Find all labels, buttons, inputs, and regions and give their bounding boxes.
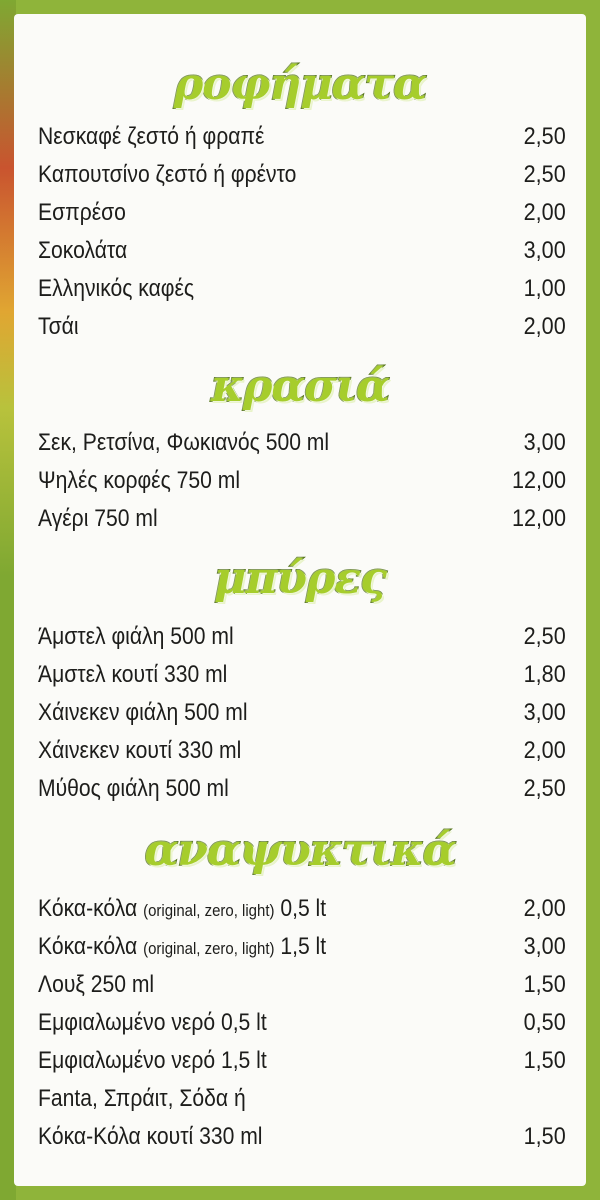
item-name: Χάινεκεν φιάλη 500 ml xyxy=(38,699,248,726)
item-name: Καπουτσίνο ζεστό ή φρέντο xyxy=(38,161,297,188)
section-title-wines: κρασιά xyxy=(210,361,391,413)
section-title-soft-drinks: αναψυκτικά xyxy=(144,825,458,877)
menu-card: ροφήματα Νεσκαφέ ζεστό ή φραπέ 2,50 Καπο… xyxy=(14,14,586,1186)
item-price: 2,50 xyxy=(523,623,566,650)
item-price: 1,50 xyxy=(523,1047,566,1074)
item-name: Άμστελ κουτί 330 ml xyxy=(38,661,228,688)
item-name: Νεσκαφέ ζεστό ή φραπέ xyxy=(38,123,265,150)
item-price: 2,00 xyxy=(523,895,566,922)
item-price: 0,50 xyxy=(523,1009,566,1036)
item-name: Τσάι xyxy=(38,313,79,340)
section-title-beers: μπύρες xyxy=(213,553,388,605)
menu-item: Λουξ 250 ml 1,50 xyxy=(38,966,566,1003)
item-variant-note: (original, zero, light) xyxy=(143,939,275,958)
item-price: 2,50 xyxy=(523,161,566,188)
menu-item: Κόκα-κόλα (original, zero, light) 1,5 lt… xyxy=(38,928,566,965)
item-price: 3,00 xyxy=(523,237,566,264)
item-name: Χάινεκεν κουτί 330 ml xyxy=(38,737,242,764)
item-price: 1,50 xyxy=(523,1123,566,1150)
menu-item: Σεκ, Ρετσίνα, Φωκιανός 500 ml 3,00 xyxy=(38,424,566,461)
item-name: Κόκα-κόλα (original, zero, light) 1,5 lt xyxy=(38,928,326,967)
item-name: Αγέρι 750 ml xyxy=(38,505,158,532)
item-price: 2,50 xyxy=(523,775,566,802)
menu-item: Καπουτσίνο ζεστό ή φρέντο 2,50 xyxy=(38,156,566,193)
item-price: 1,80 xyxy=(523,661,566,688)
item-variant-note: (original, zero, light) xyxy=(143,901,275,920)
menu-item: Άμστελ φιάλη 500 ml 2,50 xyxy=(38,618,566,655)
item-price: 3,00 xyxy=(523,699,566,726)
item-price: 3,00 xyxy=(523,933,566,960)
menu-item: Άμστελ κουτί 330 ml 1,80 xyxy=(38,656,566,693)
menu-item: Χάινεκεν κουτί 330 ml 2,00 xyxy=(38,732,566,769)
item-price: 2,00 xyxy=(523,737,566,764)
menu-item: Κόκα-Κόλα κουτί 330 ml 1,50 xyxy=(38,1118,566,1155)
item-size: 0,5 lt xyxy=(280,895,327,922)
item-name: Εμφιαλωμένο νερό 0,5 lt xyxy=(38,1009,267,1036)
item-name: Λουξ 250 ml xyxy=(38,971,155,998)
item-name: Ελληνικός καφές xyxy=(38,275,195,302)
item-name: Σοκολάτα xyxy=(38,237,128,264)
item-price: 1,50 xyxy=(523,971,566,998)
item-name: Κόκα-κόλα (original, zero, light) 0,5 lt xyxy=(38,890,326,929)
item-name: Μύθος φιάλη 500 ml xyxy=(38,775,229,802)
menu-item: Μύθος φιάλη 500 ml 2,50 xyxy=(38,770,566,807)
item-name: Σεκ, Ρετσίνα, Φωκιανός 500 ml xyxy=(38,429,330,456)
menu-item: Εμφιαλωμένο νερό 1,5 lt 1,50 xyxy=(38,1042,566,1079)
item-price: 2,50 xyxy=(523,123,566,150)
menu-item: Χάινεκεν φιάλη 500 ml 3,00 xyxy=(38,694,566,731)
menu-item: Fanta, Σπράιτ, Σόδα ή xyxy=(38,1080,566,1117)
menu-item: Εμφιαλωμένο νερό 0,5 lt 0,50 xyxy=(38,1004,566,1041)
menu-item: Αγέρι 750 ml 12,00 xyxy=(38,500,566,537)
menu-item: Τσάι 2,00 xyxy=(38,308,566,345)
menu-item: Ψηλές κορφές 750 ml 12,00 xyxy=(38,462,566,499)
item-price: 12,00 xyxy=(511,467,566,494)
item-price: 1,00 xyxy=(523,275,566,302)
item-size: 1,5 lt xyxy=(280,933,327,960)
item-name: Κόκα-Κόλα κουτί 330 ml xyxy=(38,1123,263,1150)
item-name: Άμστελ φιάλη 500 ml xyxy=(38,623,234,650)
item-name: Εσπρέσο xyxy=(38,199,126,226)
menu-item: Σοκολάτα 3,00 xyxy=(38,232,566,269)
item-price: 2,00 xyxy=(523,313,566,340)
item-name-main: Κόκα-κόλα xyxy=(38,933,138,960)
menu-item: Ελληνικός καφές 1,00 xyxy=(38,270,566,307)
menu-item: Νεσκαφέ ζεστό ή φραπέ 2,50 xyxy=(38,118,566,155)
item-price: 2,00 xyxy=(523,199,566,226)
section-title-hot-drinks: ροφήματα xyxy=(173,59,428,111)
item-name-main: Κόκα-κόλα xyxy=(38,895,138,922)
menu-item: Εσπρέσο 2,00 xyxy=(38,194,566,231)
menu-item: Κόκα-κόλα (original, zero, light) 0,5 lt… xyxy=(38,890,566,927)
item-price: 12,00 xyxy=(511,505,566,532)
item-name: Εμφιαλωμένο νερό 1,5 lt xyxy=(38,1047,267,1074)
item-name: Fanta, Σπράιτ, Σόδα ή xyxy=(38,1085,246,1112)
item-price: 3,00 xyxy=(523,429,566,456)
item-name: Ψηλές κορφές 750 ml xyxy=(38,467,241,494)
